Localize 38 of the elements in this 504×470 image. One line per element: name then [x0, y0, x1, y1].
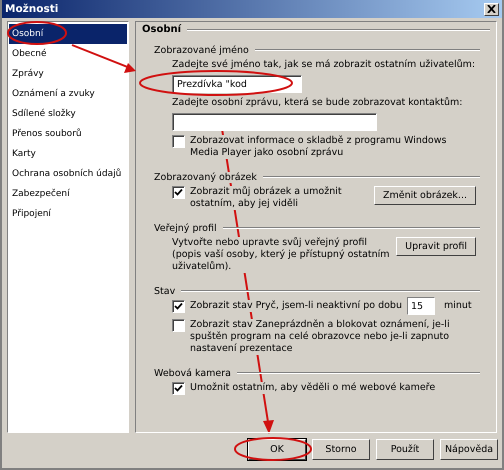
description-text: Zadejte své jméno tak, jak se má zobrazit ostatním uživatelům: [172, 59, 476, 71]
change-picture-button[interactable]: Změnit obrázek... [374, 186, 476, 205]
section-title: Stav [154, 286, 176, 296]
section-title: Zobrazované jméno [154, 44, 249, 56]
window-title: Možnosti [5, 3, 58, 15]
category-item[interactable]: Osobní [9, 24, 127, 44]
section-title: Veřejný profil [154, 222, 217, 234]
dialog-button[interactable]: Použít [376, 439, 434, 460]
checkbox[interactable] [172, 300, 185, 313]
annotation-arrow [72, 44, 136, 73]
profile-button[interactable]: Upravit profil [396, 237, 476, 256]
category-item[interactable]: Obecné [9, 44, 127, 64]
text-field[interactable] [172, 113, 377, 131]
section-title: Webová kamera [154, 368, 231, 378]
highlight-ellipse [7, 21, 67, 45]
checkbox[interactable] [172, 382, 185, 395]
category-item[interactable]: Karty [9, 144, 127, 164]
dialog-button[interactable]: Nápověda [440, 439, 498, 460]
section-title: Zobrazovaný obrázek [154, 172, 257, 182]
category-item[interactable]: Přenos souborů [9, 124, 127, 144]
category-item[interactable]: Oznámení a zvuky [9, 84, 127, 104]
text-field[interactable]: Prezdívka "kod [172, 75, 302, 93]
category-item[interactable]: Zabezpečení [9, 184, 127, 204]
category-item[interactable]: Zprávy [9, 64, 127, 84]
checkbox[interactable] [172, 135, 185, 148]
category-item[interactable]: Ochrana osobních údajů [9, 164, 127, 184]
dialog-button[interactable]: Storno [312, 439, 370, 460]
category-item[interactable]: Sdílené složky [9, 104, 127, 124]
checkbox[interactable] [172, 319, 185, 332]
close-icon [487, 5, 496, 13]
description-text: Vytvořte nebo upravte svůj veřejný profil (popis vaší osoby, který je přístupný ostatním uživatelům). [172, 237, 390, 273]
checkbox[interactable] [172, 186, 185, 199]
checkbox-label: Zobrazit stav Pryč, jsem-li neaktivní po dobu [190, 300, 402, 312]
category-item[interactable]: Připojení [9, 204, 127, 224]
checkbox-label: Umožnit ostatním, aby věděli o mé webové kameře [190, 382, 436, 394]
minutes-field[interactable]: 15 [406, 297, 435, 315]
panel-title: Osobní [142, 24, 182, 35]
close-button[interactable] [484, 2, 499, 16]
